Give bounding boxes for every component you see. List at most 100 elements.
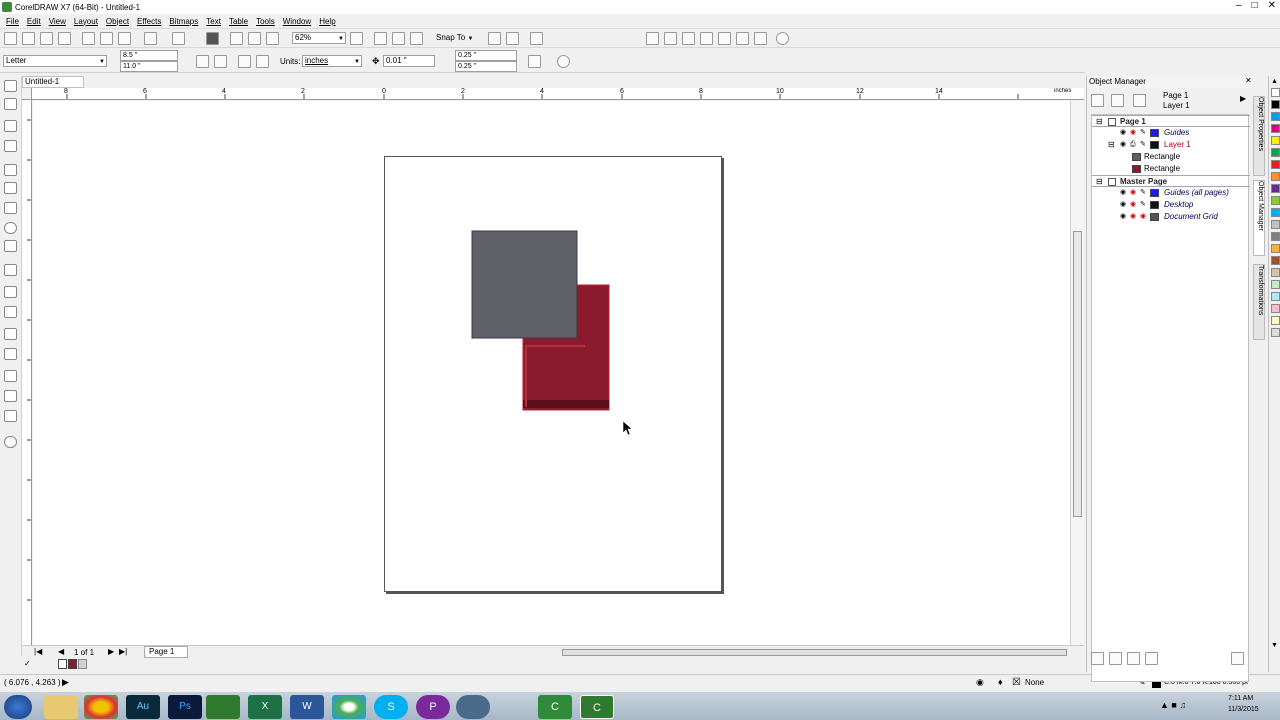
parallel-dimension-tool-icon[interactable] [4,286,17,298]
file-explorer-icon[interactable] [44,695,78,719]
alignment-icon[interactable] [506,32,519,45]
collapse-icon[interactable]: ⊟ [1108,139,1115,151]
copy-icon[interactable] [100,32,113,45]
search-content-icon[interactable] [206,32,219,45]
docker-tab-object-manager[interactable]: Object Manager [1253,180,1265,256]
palette-swatch[interactable] [1271,268,1280,277]
fill-icon[interactable]: ◉ [976,677,984,688]
close-docker-icon[interactable]: ✕ [1245,76,1252,85]
object-properties-view-icon[interactable] [1111,94,1124,107]
audition-icon[interactable]: Au [126,695,160,719]
palette-swatch[interactable] [1271,100,1280,109]
units-select[interactable]: inches ▼ [302,55,362,67]
menu-table[interactable]: Table [229,17,248,26]
menu-help[interactable]: Help [319,17,335,26]
show-guidelines-icon[interactable] [410,32,423,45]
horizontal-scrollbar[interactable] [562,649,1067,656]
group-icon[interactable] [718,32,731,45]
red-swatch[interactable] [68,659,77,669]
new-master-layer-icon[interactable] [1109,652,1122,665]
zoom-level-field[interactable]: 62% ▼ [292,32,346,44]
tree-row-rectangle[interactable]: Rectangle [1092,163,1250,175]
start-button[interactable] [4,695,32,719]
chrome-icon[interactable] [84,695,118,719]
transparency-tool-icon[interactable] [4,348,17,360]
publish-pdf-icon[interactable] [266,32,279,45]
interactive-fill-tool-icon[interactable] [4,390,17,402]
vertical-scrollbar[interactable] [1070,101,1084,645]
print-icon[interactable] [58,32,71,45]
menu-tools[interactable]: Tools [256,17,275,26]
menu-edit[interactable]: Edit [27,17,41,26]
word-icon[interactable]: W [290,695,324,719]
tree-row-guides-all-pages[interactable]: ◉ ◉ ✎ Guides (all pages) [1092,187,1250,199]
lock-icon[interactable]: ✎ [1140,201,1149,208]
lock-icon[interactable]: ✎ [1140,129,1149,136]
duplicate-x-field[interactable]: 0.25 " [455,50,517,61]
print-toggle-icon[interactable]: ◉ [1130,201,1139,208]
vertical-ruler[interactable] [22,100,32,645]
fill-dropper-icon[interactable]: ♦ [998,677,1003,687]
document-tab[interactable]: Untitled-1 [22,76,84,88]
menu-view[interactable]: View [49,17,66,26]
distribute-icon[interactable] [700,32,713,45]
eye-icon[interactable]: ◉ [1120,141,1129,148]
photoshop-icon[interactable]: Ps [168,695,202,719]
corel-connect-icon[interactable]: C [538,695,572,719]
nudge-distance-field[interactable]: 0.01 " [383,55,435,67]
eye-icon[interactable]: ◉ [1120,201,1129,208]
palette-swatch[interactable] [1271,160,1280,169]
polygon-tool-icon[interactable] [4,240,17,252]
eye-icon[interactable]: ◉ [1120,129,1129,136]
docker-tab-object-properties[interactable]: Object Properties [1253,96,1265,176]
align-right-icon[interactable] [682,32,695,45]
eyedropper-tool-icon[interactable] [4,370,17,382]
add-tool-icon[interactable] [4,436,17,448]
page-tab[interactable]: Page 1 [144,646,188,658]
next-page-icon[interactable]: ▶ [108,647,114,656]
combine-icon[interactable] [754,32,767,45]
previous-page-icon[interactable]: ◀ [58,647,64,656]
menu-effects[interactable]: Effects [137,17,161,26]
docker-menu-icon[interactable]: ▶ [1240,94,1246,103]
lock-icon[interactable]: ✎ [1140,141,1149,148]
tree-row-layer-1[interactable]: ⊟ ◉ ⎙ ✎ Layer 1 [1092,139,1250,151]
palette-swatch[interactable] [1271,256,1280,265]
maximize-icon[interactable]: □ [1252,0,1258,11]
last-page-icon[interactable]: ▶| [119,647,127,656]
tree-row-desktop[interactable]: ◉ ◉ ✎ Desktop [1092,199,1250,211]
page-height-field[interactable]: 11.0 " [120,61,178,72]
play-icon[interactable]: ▶ [62,677,69,688]
eyedropper-icon[interactable]: ✓ [24,659,31,668]
menu-object[interactable]: Object [106,17,129,26]
horizontal-ruler[interactable]: 8 6 4 2 0 2 4 6 8 10 12 14 inches [32,88,1084,100]
tree-row-rectangle[interactable]: Rectangle [1092,151,1250,163]
palette-scroll-down-icon[interactable]: ▼ [1271,642,1278,649]
palette-scroll-up-icon[interactable]: ▲ [1271,78,1278,85]
menu-bitmaps[interactable]: Bitmaps [169,17,198,26]
page-size-select[interactable]: Letter ▼ [3,55,107,67]
freehand-tool-icon[interactable] [4,164,17,176]
lock-icon[interactable]: ◉ [1140,213,1149,220]
undo-icon[interactable] [144,32,157,45]
palette-swatch[interactable] [1271,244,1280,253]
show-rulers-icon[interactable] [374,32,387,45]
delete-icon[interactable] [1231,652,1244,665]
close-icon[interactable]: ✕ [1268,0,1276,11]
ellipse-tool-icon[interactable] [4,222,17,234]
duplicate-y-field[interactable]: 0.25 " [455,61,517,72]
edit-page-icon[interactable] [528,55,541,68]
publisher-icon[interactable]: P [416,695,450,719]
palette-swatch[interactable] [1271,172,1280,181]
menu-layout[interactable]: Layout [74,17,98,26]
print-toggle-icon[interactable]: ◉ [1130,129,1139,136]
tray-icons[interactable]: ▲ ■ ♫ [1160,700,1186,710]
quick-customize-icon[interactable] [557,55,570,68]
palette-swatch[interactable] [1271,148,1280,157]
palette-swatch[interactable] [1271,124,1280,133]
palette-swatch[interactable] [1271,292,1280,301]
align-left-icon[interactable] [646,32,659,45]
open-icon[interactable] [22,32,35,45]
pick-tool-icon[interactable] [4,80,17,92]
smart-fill-tool-icon[interactable] [4,410,17,422]
